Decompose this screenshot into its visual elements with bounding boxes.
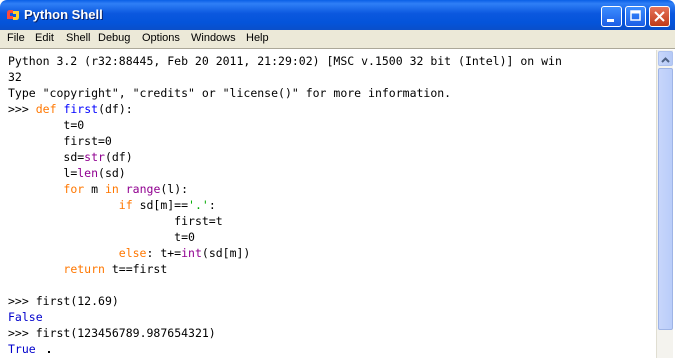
code-line-for: for m in range(l): (8, 181, 188, 197)
call-1-text: first(12.69) (35, 294, 119, 308)
code-return-post: t==first (104, 262, 168, 276)
text-caret (48, 351, 50, 353)
code-line-t0: t=0 (8, 117, 84, 133)
code-first-t: first=t (174, 214, 223, 228)
minimize-icon (607, 19, 614, 22)
code-sd-pre: sd= (63, 150, 85, 164)
scroll-thumb[interactable] (658, 68, 673, 330)
def-args: (df): (98, 102, 133, 116)
code-line-first0: first=0 (8, 133, 112, 149)
result-line-2: True (8, 342, 36, 356)
call-line-2: >>> first(123456789.987654321) (8, 325, 216, 341)
keyword-if: if (118, 198, 133, 212)
banner-line-1: Python 3.2 (r32:88445, Feb 20 2011, 21:2… (8, 54, 562, 68)
code-t0-inner: t=0 (174, 230, 195, 244)
builtin-range: range (125, 182, 161, 196)
keyword-return: return (63, 262, 105, 276)
vertical-scrollbar[interactable] (656, 50, 673, 358)
code-line-t0-inner: t=0 (8, 229, 195, 245)
python-shell-window: Python Shell File Edit Shell Debug Optio… (0, 0, 675, 358)
code-for-m: m (84, 182, 105, 196)
code-t0: t=0 (63, 118, 85, 132)
maximize-button[interactable] (625, 6, 646, 27)
code-if-pre: sd[m]== (132, 198, 189, 212)
code-line-sd: sd=str(df) (8, 149, 133, 165)
call-line-1: >>> first(12.69) (8, 293, 119, 309)
keyword-for: for (63, 182, 85, 196)
string-literal-dot: '.' (188, 198, 209, 212)
banner-line-2: 32 (8, 70, 22, 84)
menu-windows[interactable]: Windows (191, 32, 236, 44)
code-line-def: >>> def first(df): (8, 101, 133, 117)
result-line-1: False (8, 310, 43, 324)
arrow-up-icon (661, 57, 670, 63)
builtin-str: str (84, 150, 105, 164)
code-line-else: else: t+=int(sd[m]) (8, 245, 251, 261)
builtin-int: int (181, 246, 202, 260)
keyword-in: in (104, 182, 119, 196)
keyword-def: def (35, 102, 57, 116)
shell-prompt: >>> (8, 294, 29, 308)
code-l-pre: l= (63, 166, 78, 180)
shell-text-area[interactable]: Python 3.2 (r32:88445, Feb 20 2011, 21:2… (5, 50, 655, 358)
banner-line-3: Type "copyright", "credits" or "license(… (8, 86, 452, 100)
code-if-post: : (208, 198, 216, 212)
window-title: Python Shell (24, 7, 103, 22)
close-button[interactable] (649, 6, 670, 27)
call-2-text: first(123456789.987654321) (35, 326, 216, 340)
menu-edit[interactable]: Edit (35, 32, 54, 44)
menu-debug[interactable]: Debug (98, 32, 130, 44)
menu-help[interactable]: Help (246, 32, 269, 44)
function-name: first (63, 102, 99, 116)
menu-bar: File Edit Shell Debug Options Windows He… (0, 30, 675, 49)
code-else-post: (sd[m]) (201, 246, 251, 260)
shell-prompt: >>> (8, 326, 29, 340)
title-bar[interactable]: Python Shell (0, 0, 675, 30)
scroll-up-button[interactable] (658, 51, 673, 66)
code-else-mid: : t+= (146, 246, 182, 260)
code-line-first-t: first=t (8, 213, 223, 229)
code-line-return: return t==first (8, 261, 167, 277)
menu-options[interactable]: Options (142, 32, 180, 44)
code-sd-post: (df) (104, 150, 133, 164)
close-icon (654, 11, 665, 22)
code-l-post: (sd) (98, 166, 126, 180)
shell-prompt: >>> (8, 102, 29, 116)
minimize-button[interactable] (601, 6, 622, 27)
menu-shell[interactable]: Shell (66, 32, 90, 44)
menu-file[interactable]: File (7, 32, 25, 44)
code-line-if: if sd[m]=='.': (8, 197, 216, 213)
python-app-icon[interactable] (5, 8, 21, 22)
code-first0: first=0 (63, 134, 112, 148)
maximize-icon (630, 10, 641, 21)
builtin-len: len (77, 166, 99, 180)
code-range-post: (l): (160, 182, 189, 196)
keyword-else: else (118, 246, 147, 260)
code-line-l: l=len(sd) (8, 165, 126, 181)
